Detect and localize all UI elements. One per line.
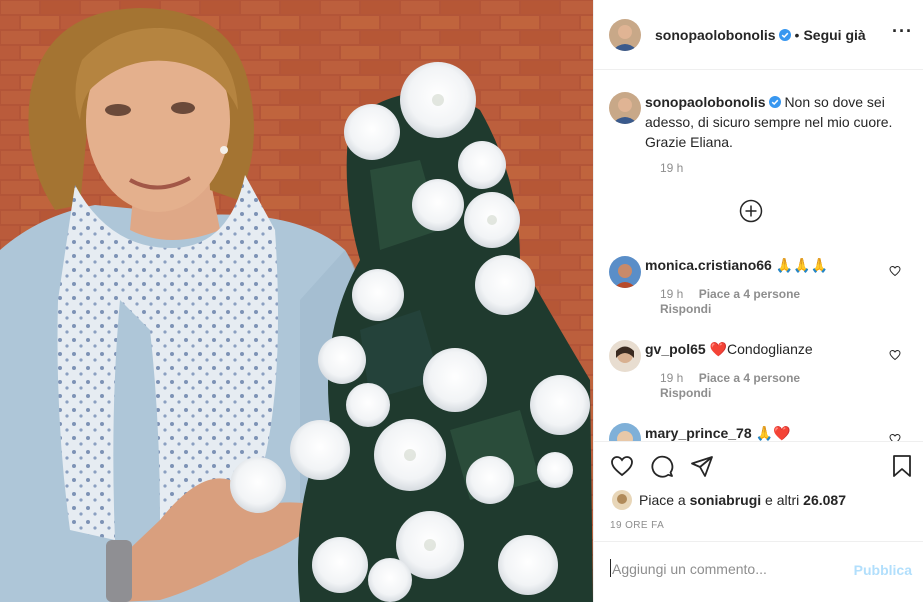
load-more-comments-icon[interactable] — [739, 199, 763, 223]
commenter-avatar[interactable] — [609, 423, 641, 441]
like-icon[interactable] — [610, 454, 634, 478]
post-photo[interactable] — [0, 0, 593, 602]
author-avatar[interactable] — [609, 18, 641, 51]
comment-username[interactable]: monica.cristiano66 — [645, 257, 772, 273]
likes-prefix: Piace a — [639, 492, 686, 508]
liker-username[interactable]: soniabrugi — [690, 492, 762, 508]
like-comment-icon[interactable] — [889, 265, 901, 277]
comment-text: ❤️Condoglianze — [709, 341, 813, 357]
add-comment-bar: Pubblica — [594, 541, 923, 603]
publish-button[interactable]: Pubblica — [854, 562, 912, 578]
comment-time: 19 h — [660, 287, 684, 301]
comment-likes[interactable]: Piace a 4 persone — [699, 287, 800, 301]
instagram-post: sonopaolobonolis • Segui già ··· sonopao… — [0, 0, 923, 602]
comment-username[interactable]: mary_prince_78 — [645, 425, 752, 441]
comment-text: 🙏🙏🙏 — [775, 257, 829, 273]
comment-text-block: gv_pol65 ❤️Condoglianze — [645, 339, 900, 359]
commenter-avatar[interactable] — [609, 256, 641, 288]
header-separator: • — [794, 26, 800, 43]
verified-badge-icon — [778, 28, 791, 41]
author-username[interactable]: sonopaolobonolis — [655, 27, 776, 43]
comment-text-block: mary_prince_78 🙏❤️ — [645, 423, 900, 441]
comment-meta: 19 h Piace a 4 persone — [660, 287, 800, 301]
comment-likes[interactable]: Piace a 4 persone — [699, 371, 800, 385]
commenter-avatar[interactable] — [609, 340, 641, 372]
likes-count[interactable]: 26.087 — [803, 492, 846, 508]
comment-text-block: monica.cristiano66 🙏🙏🙏 — [645, 255, 900, 275]
post-timestamp[interactable]: 19 ORE FA — [610, 520, 664, 531]
text-caret — [610, 559, 611, 577]
comment-time: 19 h — [660, 371, 684, 385]
like-comment-icon[interactable] — [889, 433, 901, 441]
post-image — [0, 0, 593, 602]
post-sidebar: sonopaolobonolis • Segui già ··· sonopao… — [593, 0, 923, 602]
liker-avatar[interactable] — [612, 490, 632, 510]
caption-text-block: sonopaolobonolis Non so dove sei adesso,… — [645, 92, 900, 152]
comment-meta: 19 h Piace a 4 persone — [660, 371, 800, 385]
caption-author-avatar[interactable] — [609, 92, 641, 124]
comment-text: 🙏❤️ — [755, 425, 791, 441]
like-comment-icon[interactable] — [889, 349, 901, 361]
caption-username[interactable]: sonopaolobonolis — [645, 94, 766, 110]
comment-icon[interactable] — [650, 454, 674, 478]
add-comment-input[interactable] — [610, 560, 844, 578]
comment-username[interactable]: gv_pol65 — [645, 341, 706, 357]
post-header: sonopaolobonolis • Segui già ··· — [594, 0, 923, 70]
caption-time: 19 h — [660, 161, 684, 175]
more-options-icon[interactable]: ··· — [892, 22, 913, 40]
reply-button[interactable]: Rispondi — [660, 302, 711, 316]
reply-button[interactable]: Rispondi — [660, 386, 711, 400]
share-icon[interactable] — [690, 454, 714, 478]
post-actions: Piace a soniabrugi e altri 26.087 19 ORE… — [594, 441, 923, 542]
likes-suffix: e altri — [765, 492, 800, 508]
comments-list[interactable]: sonopaolobonolis Non so dove sei adesso,… — [594, 71, 923, 441]
following-button[interactable]: Segui già — [803, 27, 865, 43]
save-bookmark-icon[interactable] — [890, 454, 914, 478]
verified-badge-icon — [768, 96, 781, 108]
likes-summary: Piace a soniabrugi e altri 26.087 — [612, 490, 846, 510]
